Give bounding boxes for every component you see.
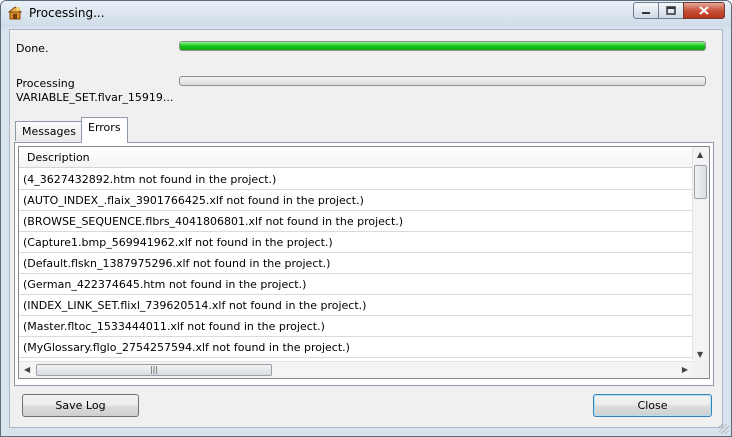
errors-tab-panel: Description (4_3627432892.htm not found … xyxy=(14,142,714,386)
current-item-label: VARIABLE_SET.flvar_15919... xyxy=(16,91,174,104)
list-item[interactable]: (4_3627432892.htm not found in the proje… xyxy=(19,169,693,190)
processing-window: Processing... Done. Processing VARIABLE_… xyxy=(0,0,732,437)
processing-app-icon xyxy=(7,6,23,20)
tab-errors[interactable]: Errors xyxy=(81,117,128,143)
horizontal-scrollbar[interactable]: ◀ ||| ▶ xyxy=(19,361,693,378)
current-progress-bar xyxy=(179,76,706,86)
minimize-icon xyxy=(642,11,650,14)
horizontal-scroll-thumb[interactable]: ||| xyxy=(36,364,272,376)
scrollbar-corner xyxy=(692,361,709,378)
current-status: Processing VARIABLE_SET.flvar_15919... xyxy=(16,77,173,105)
maximize-icon xyxy=(666,6,676,15)
list-item[interactable]: (BROWSE_SEQUENCE.flbrs_4041806801.xlf no… xyxy=(19,211,693,232)
title-bar[interactable]: Processing... xyxy=(1,1,731,27)
window-title: Processing... xyxy=(29,6,105,20)
scroll-down-arrow-icon[interactable]: ▼ xyxy=(697,350,703,359)
overall-status-label: Done. xyxy=(16,42,49,55)
list-item[interactable]: (INDEX_LINK_SET.flixl_739620514.xlf not … xyxy=(19,295,693,316)
vertical-scroll-thumb[interactable] xyxy=(694,165,707,199)
resize-grip-icon[interactable] xyxy=(719,424,729,434)
minimize-button[interactable] xyxy=(633,2,659,19)
column-header-description[interactable]: Description xyxy=(19,147,693,168)
caption-buttons xyxy=(633,2,725,19)
errors-list[interactable]: Description (4_3627432892.htm not found … xyxy=(18,146,710,379)
tab-messages[interactable]: Messages xyxy=(15,121,83,141)
scroll-left-arrow-icon[interactable]: ◀ xyxy=(24,365,30,374)
list-item[interactable]: (Default.flskn_1387975296.xlf not found … xyxy=(19,253,693,274)
close-window-button[interactable] xyxy=(683,2,725,19)
scroll-right-arrow-icon[interactable]: ▶ xyxy=(682,365,688,374)
save-log-button[interactable]: Save Log xyxy=(22,394,139,417)
overall-progress-fill xyxy=(180,42,705,50)
current-status-label: Processing xyxy=(16,77,75,90)
list-item[interactable]: (Master.fltoc_1533444011.xlf not found i… xyxy=(19,316,693,337)
overall-progress-bar xyxy=(179,41,706,51)
list-item[interactable]: (MyGlossary.flglo_2754257594.xlf not fou… xyxy=(19,337,693,358)
maximize-button[interactable] xyxy=(658,2,684,19)
close-button[interactable]: Close xyxy=(593,394,712,417)
errors-rows: (4_3627432892.htm not found in the proje… xyxy=(19,169,693,358)
list-item[interactable]: (Capture1.bmp_569941962.xlf not found in… xyxy=(19,232,693,253)
vertical-scrollbar[interactable]: ▲ ▼ xyxy=(692,147,709,362)
list-item[interactable]: (AUTO_INDEX_.flaix_3901766425.xlf not fo… xyxy=(19,190,693,211)
close-icon xyxy=(699,6,709,15)
scroll-up-arrow-icon[interactable]: ▲ xyxy=(697,150,703,159)
list-item[interactable]: (German_422374645.htm not found in the p… xyxy=(19,274,693,295)
